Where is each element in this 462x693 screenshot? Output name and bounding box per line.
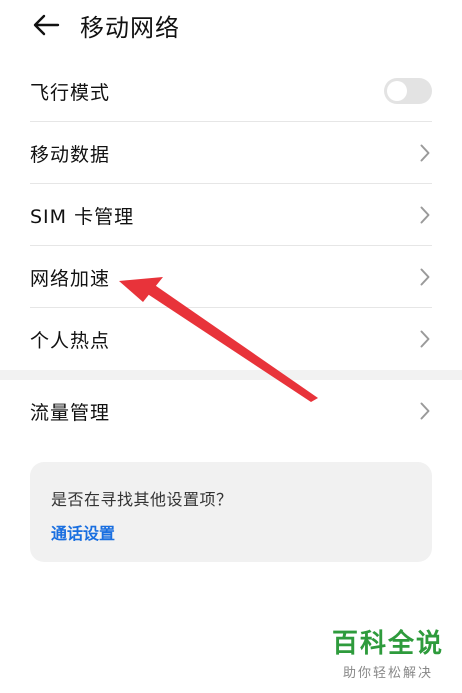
setting-sim-management[interactable]: SIM 卡管理 [0, 184, 462, 246]
suggestion-card: 是否在寻找其他设置项？ 通话设置 [30, 462, 432, 562]
back-button[interactable] [30, 10, 62, 40]
watermark-logo: 百科全说 助你轻松解决 [332, 623, 444, 681]
setting-personal-hotspot[interactable]: 个人热点 [0, 308, 462, 370]
setting-label: SIM 卡管理 [30, 205, 135, 228]
chevron-right-icon [420, 402, 430, 420]
suggestion-question: 是否在寻找其他设置项？ [51, 490, 233, 509]
chevron-right-icon [420, 330, 430, 348]
watermark-main-text: 百科全说 [331, 629, 444, 659]
chevron-right-icon [420, 206, 430, 224]
setting-label: 移动数据 [30, 143, 111, 166]
setting-data-usage[interactable]: 流量管理 [0, 380, 462, 442]
setting-label: 网络加速 [30, 267, 111, 290]
call-settings-link[interactable]: 通话设置 [51, 520, 115, 544]
page-title: 移动网络 [80, 14, 180, 42]
mobile-network-settings-page: 移动网络 飞行模式 移动数据 SIM 卡管理 网络加速 个人热点 流量管理 是否… [0, 0, 462, 693]
watermark-sub-text: 助你轻松解决 [342, 666, 433, 681]
settings-list: 飞行模式 移动数据 SIM 卡管理 网络加速 个人热点 [0, 60, 462, 370]
chevron-right-icon [420, 144, 430, 162]
settings-list-2: 流量管理 [0, 380, 462, 442]
setting-label: 流量管理 [30, 401, 111, 424]
setting-airplane-mode[interactable]: 飞行模式 [0, 60, 462, 122]
chevron-right-icon [420, 268, 430, 286]
setting-label: 飞行模式 [30, 81, 111, 104]
toggle-knob [387, 81, 407, 101]
app-header: 移动网络 [0, 0, 462, 52]
setting-label: 个人热点 [30, 329, 111, 352]
section-separator [0, 370, 462, 380]
arrow-left-icon [33, 14, 60, 36]
setting-mobile-data[interactable]: 移动数据 [0, 122, 462, 184]
airplane-mode-toggle[interactable] [384, 78, 432, 104]
setting-network-acceleration[interactable]: 网络加速 [0, 246, 462, 308]
